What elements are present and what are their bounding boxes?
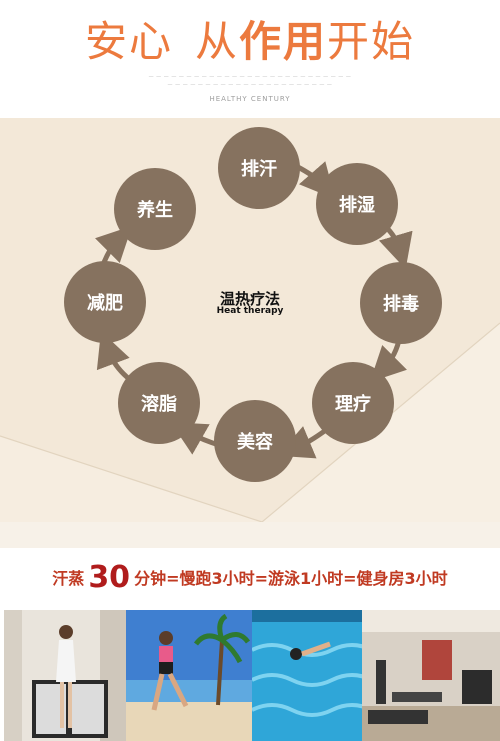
cycle-node-beauty: 美容 xyxy=(214,400,296,482)
equation-text: 汗蒸 30 分钟=慢跑3小时=游泳1小时=健身房3小时 xyxy=(0,560,500,595)
arrow-therapy-to-beauty xyxy=(277,426,329,459)
cycle-node-sweat: 排汗 xyxy=(218,127,300,209)
cycle-node-slim: 减肥 xyxy=(64,261,146,343)
subtitle-line-1: — — — — — — — — — — — — — — — — — — — — … xyxy=(148,74,352,80)
header-english: HEALTHY CENTURY xyxy=(209,95,291,103)
title-part-3: 开始 xyxy=(327,17,416,66)
header: 安心 从作用开始 — — — — — — — — — — — — — — — — … xyxy=(0,0,500,118)
gym-photo xyxy=(362,610,500,741)
sauna-woman-photo xyxy=(4,610,126,741)
cycle-node-fat-burn: 溶脂 xyxy=(118,362,200,444)
title-part-1: 安心 xyxy=(84,17,173,66)
photo-strip xyxy=(0,610,500,741)
cycle-node-therapy: 理疗 xyxy=(312,362,394,444)
cycle-node-detox: 排毒 xyxy=(360,262,442,344)
cycle-center-sub: Heat therapy xyxy=(216,306,284,316)
arrow-fat-to-slim xyxy=(96,331,131,381)
equation-prefix: 汗蒸 xyxy=(52,569,85,588)
subtitle-line-2: — — — — — — — — — — — — — — — — — — — — … xyxy=(167,82,333,88)
title-part-2-plain: 从 xyxy=(194,17,239,66)
page-title: 安心 从作用开始 xyxy=(0,8,500,69)
title-part-2-bold: 作用 xyxy=(239,17,328,66)
beach-runner-photo xyxy=(126,610,252,741)
equation-number: 30 xyxy=(88,560,131,595)
equation-rest: 分钟=慢跑3小时=游泳1小时=健身房3小时 xyxy=(134,569,448,588)
cycle-node-health: 养生 xyxy=(114,168,196,250)
cycle-node-damp: 排湿 xyxy=(316,163,398,245)
swimming-pool-photo xyxy=(252,610,362,741)
